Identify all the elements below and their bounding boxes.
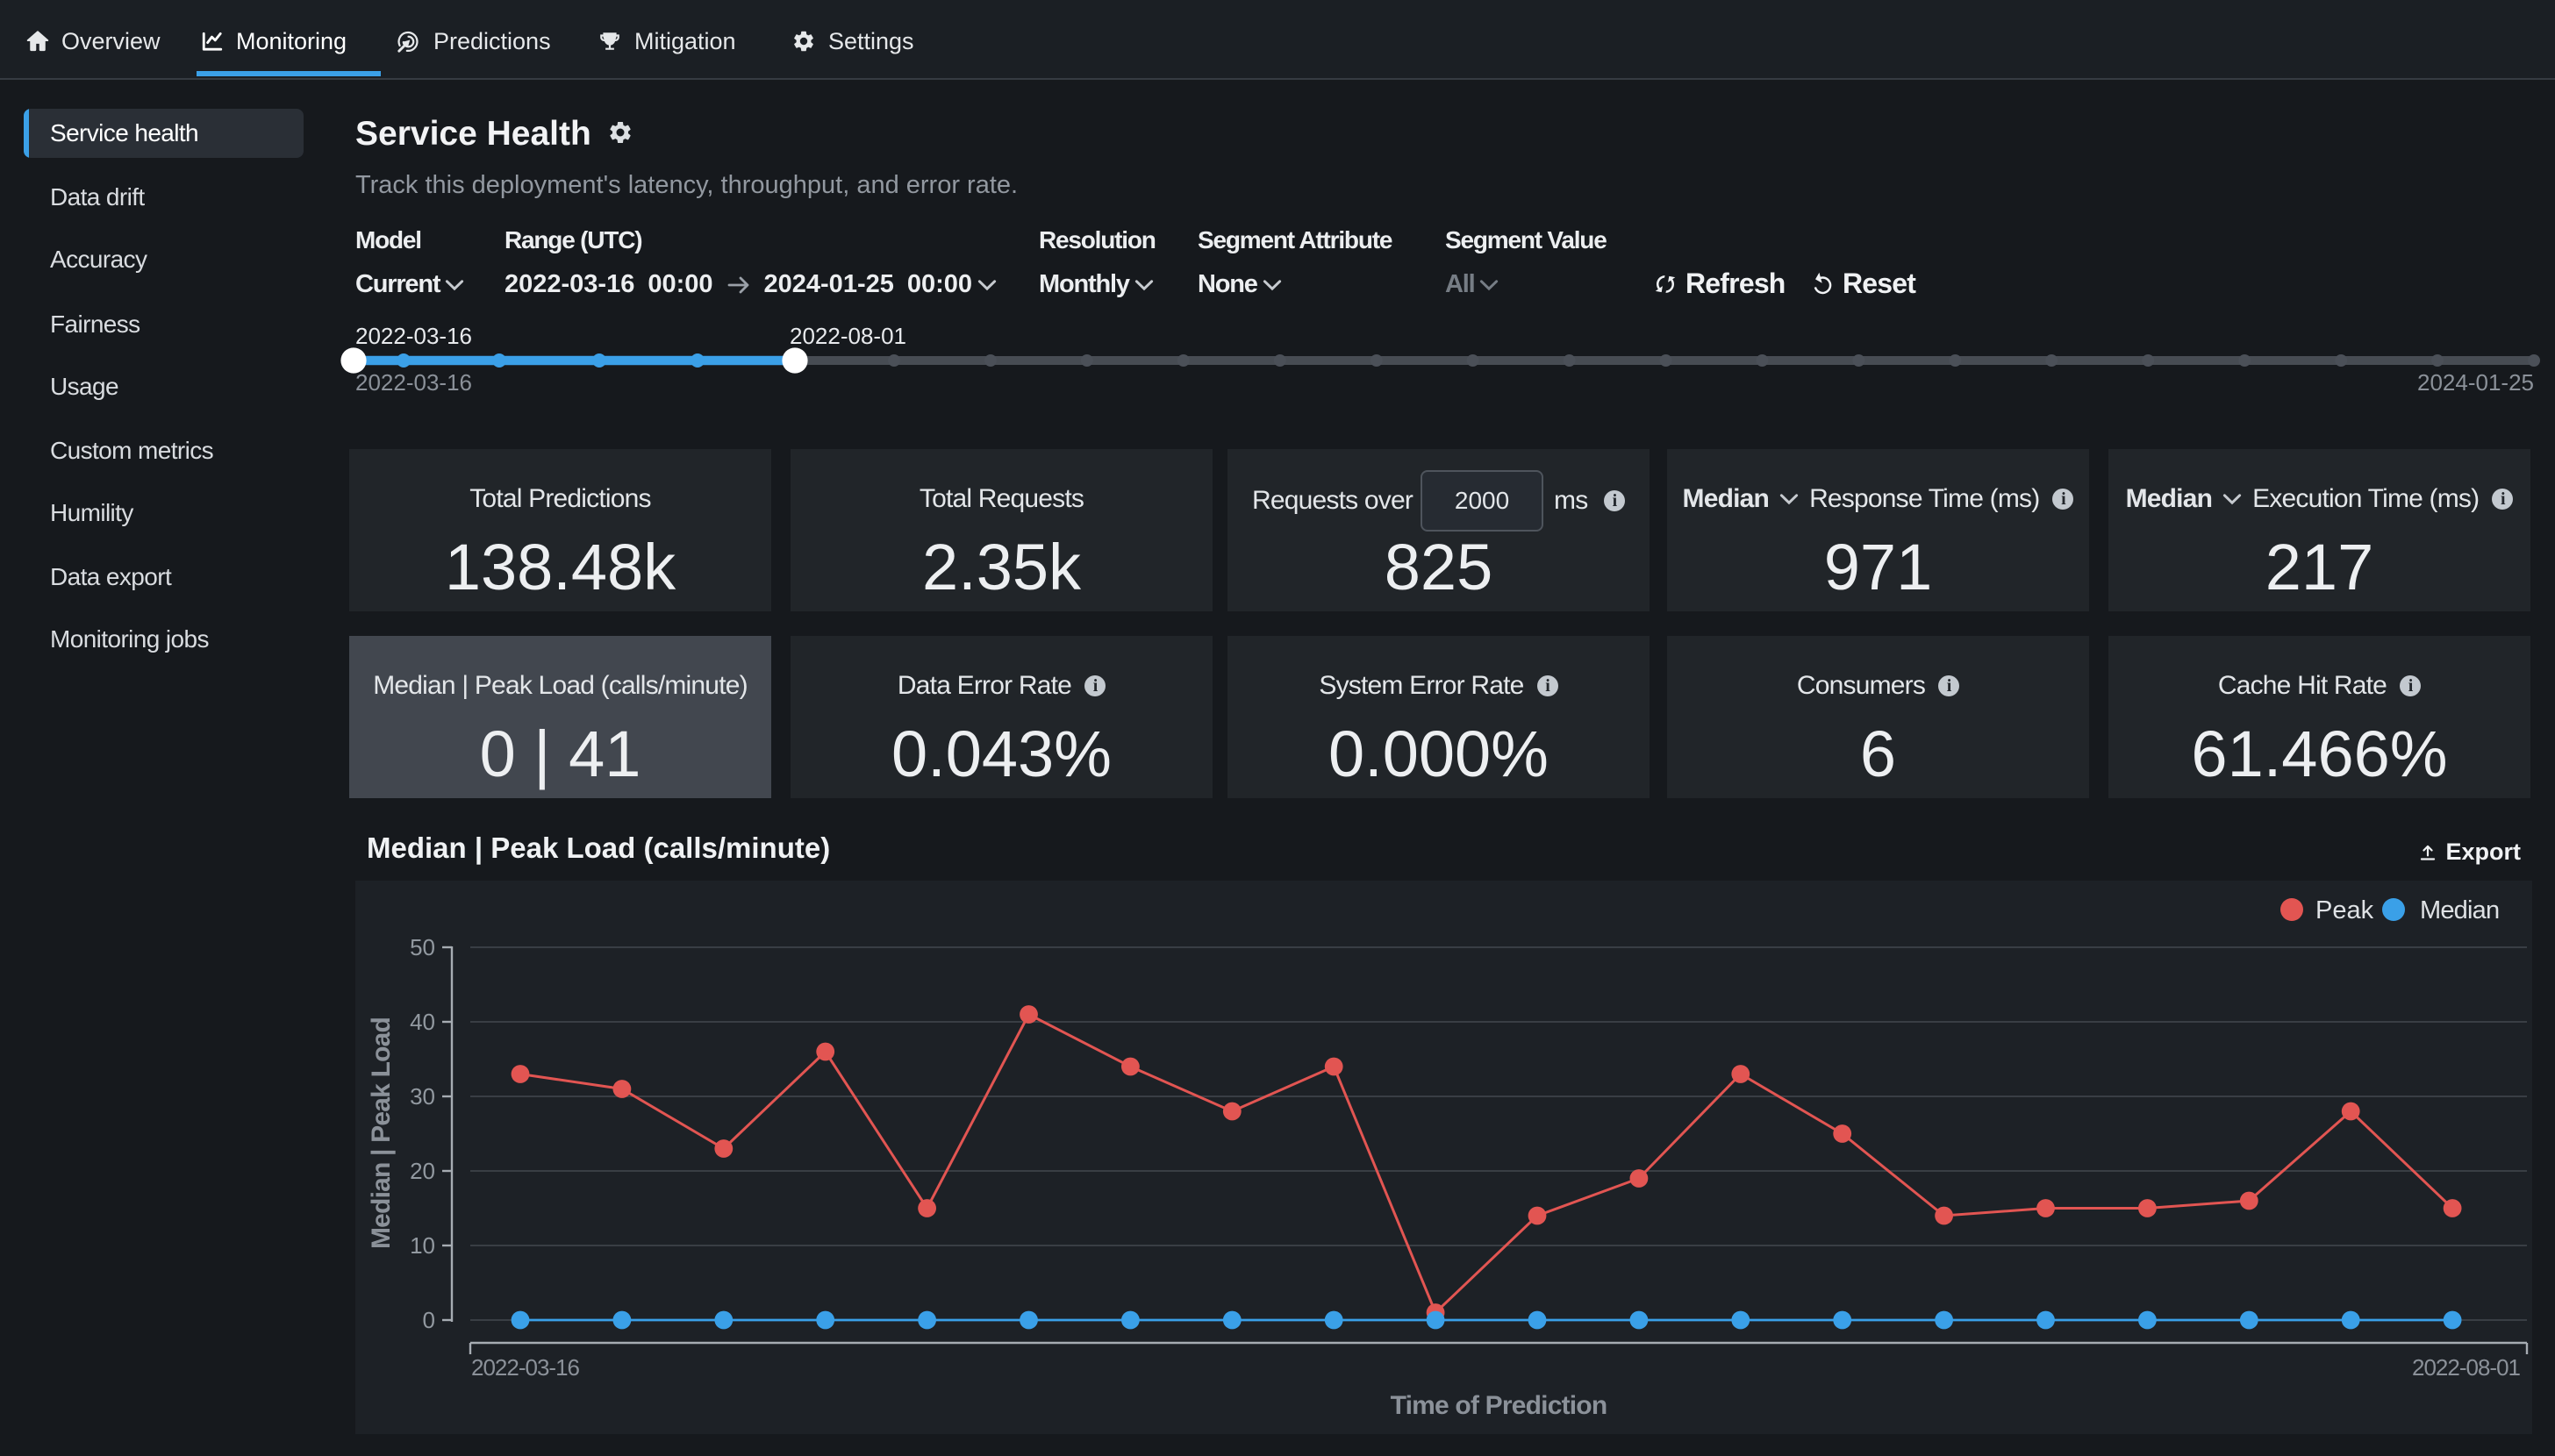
svg-text:50: 50 xyxy=(410,934,435,960)
svg-text:Median | Peak Load: Median | Peak Load xyxy=(367,1017,396,1249)
svg-text:Time of Prediction: Time of Prediction xyxy=(1391,1391,1607,1420)
svg-text:30: 30 xyxy=(410,1083,435,1110)
svg-text:20: 20 xyxy=(410,1158,435,1184)
svg-text:Median: Median xyxy=(2420,896,2499,924)
svg-text:40: 40 xyxy=(410,1009,435,1035)
svg-text:10: 10 xyxy=(410,1232,435,1259)
svg-text:Peak: Peak xyxy=(2315,896,2374,924)
svg-text:2022-03-16: 2022-03-16 xyxy=(471,1354,580,1381)
svg-text:0: 0 xyxy=(423,1307,435,1333)
svg-text:2022-08-01: 2022-08-01 xyxy=(2412,1354,2521,1381)
